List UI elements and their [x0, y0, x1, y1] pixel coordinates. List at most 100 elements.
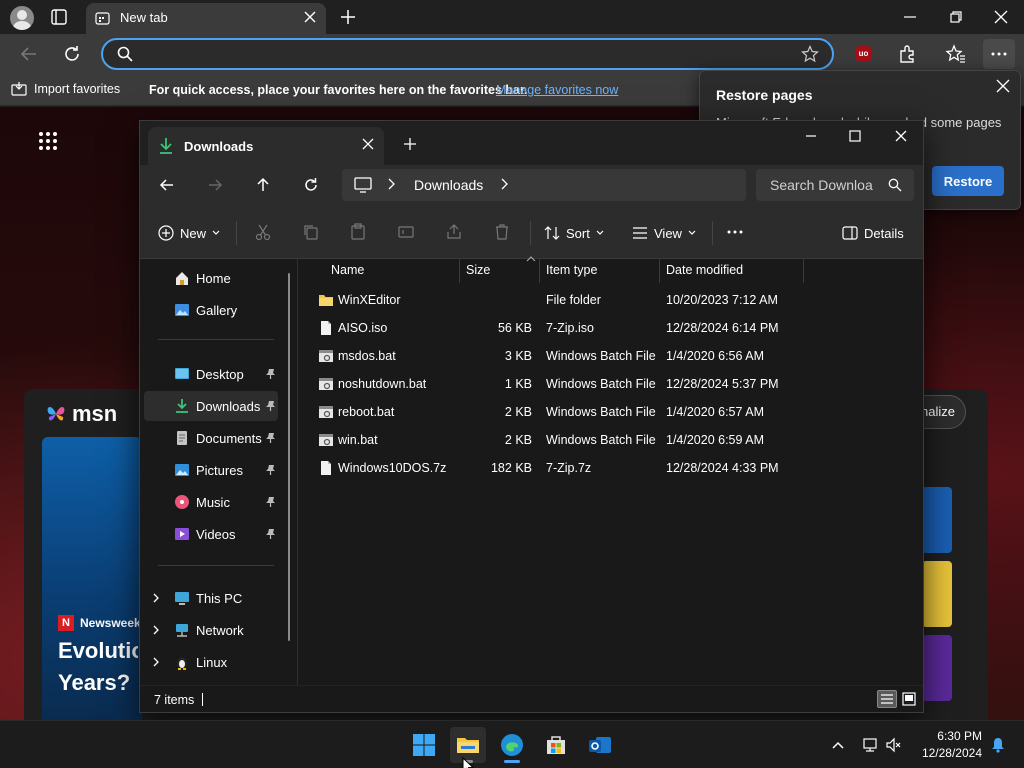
show-hidden-icons-icon[interactable]	[830, 737, 846, 753]
settings-more-button[interactable]	[983, 39, 1015, 69]
forward-icon[interactable]	[206, 176, 224, 194]
sidebar-item-gallery[interactable]: Gallery	[144, 295, 278, 325]
breadcrumb-downloads[interactable]: Downloads	[414, 177, 483, 193]
search-box[interactable]	[756, 169, 914, 201]
pin-icon[interactable]	[265, 528, 276, 540]
rename-icon[interactable]	[397, 223, 415, 241]
new-button[interactable]: New	[158, 223, 220, 243]
sidebar-item-downloads[interactable]: Downloads	[144, 391, 278, 421]
sidebar-item-desktop[interactable]: Desktop	[144, 359, 278, 389]
pin-icon[interactable]	[265, 496, 276, 508]
chevron-right-icon[interactable]	[152, 592, 160, 604]
address-bar[interactable]	[101, 38, 834, 70]
table-row[interactable]: msdos.bat 3 KB Windows Batch File 1/4/20…	[308, 342, 788, 370]
cut-icon[interactable]	[254, 223, 272, 241]
chevron-right-icon[interactable]	[386, 177, 396, 191]
import-favorites-button[interactable]: Import favorites	[11, 82, 120, 96]
network-status-icon[interactable]	[862, 737, 878, 753]
table-row[interactable]: Windows10DOS.7z 182 KB 7-Zip.7z 12/28/20…	[308, 454, 788, 482]
chevron-right-icon[interactable]	[152, 624, 160, 636]
clock[interactable]: 6:30 PM 12/28/2024	[920, 728, 982, 762]
taskbar-edge[interactable]	[494, 727, 530, 763]
back-icon[interactable]	[158, 176, 176, 194]
maximize-button[interactable]	[848, 129, 862, 143]
column-date-modified[interactable]: Date modified	[666, 263, 743, 277]
more-icon[interactable]	[726, 223, 744, 241]
close-tab-icon[interactable]	[362, 138, 374, 150]
column-divider[interactable]	[539, 259, 540, 283]
sidebar-item-pictures[interactable]: Pictures	[144, 455, 278, 485]
close-window-button[interactable]	[991, 7, 1011, 27]
table-row[interactable]: WinXEditor File folder 10/20/2023 7:12 A…	[308, 286, 788, 314]
chevron-right-icon[interactable]	[499, 177, 509, 191]
tab-new-tab[interactable]: New tab	[86, 3, 326, 34]
restore-window-button[interactable]	[946, 7, 966, 27]
minimize-button[interactable]	[804, 129, 818, 143]
table-row[interactable]: AISO.iso 56 KB 7-Zip.iso 12/28/2024 6:14…	[308, 314, 788, 342]
table-row[interactable]: reboot.bat 2 KB Windows Batch File 1/4/2…	[308, 398, 788, 426]
chevron-right-icon[interactable]	[152, 656, 160, 668]
manage-favorites-link[interactable]: Manage favorites now	[496, 83, 618, 97]
profile-avatar[interactable]	[10, 6, 34, 30]
share-icon[interactable]	[445, 223, 463, 241]
tab-downloads[interactable]: Downloads	[148, 127, 384, 165]
favorites-icon[interactable]	[945, 43, 967, 65]
table-row[interactable]: win.bat 2 KB Windows Batch File 1/4/2020…	[308, 426, 788, 454]
favorite-star-icon[interactable]	[801, 45, 819, 63]
column-divider[interactable]	[803, 259, 804, 283]
breadcrumb[interactable]: Downloads	[342, 169, 746, 201]
sort-button[interactable]: Sort	[544, 223, 604, 243]
taskbar-outlook[interactable]	[582, 727, 618, 763]
paste-icon[interactable]	[349, 223, 367, 241]
column-divider[interactable]	[659, 259, 660, 283]
copy-icon[interactable]	[302, 223, 320, 241]
details-view-button[interactable]	[877, 690, 897, 708]
pin-icon[interactable]	[265, 368, 276, 380]
new-tab-button[interactable]	[403, 137, 417, 151]
thumbnail-card[interactable]	[922, 561, 952, 627]
sidebar-item-documents[interactable]: Documents	[144, 423, 278, 453]
extensions-icon[interactable]	[897, 43, 919, 65]
close-icon[interactable]	[996, 79, 1010, 93]
news-title[interactable]: Evolutio Years?	[58, 635, 138, 699]
column-divider[interactable]	[459, 259, 460, 283]
column-size[interactable]: Size	[466, 263, 490, 277]
sidebar-item-music[interactable]: Music	[144, 487, 278, 517]
pin-icon[interactable]	[265, 464, 276, 476]
sidebar-item-videos[interactable]: Videos	[144, 519, 278, 549]
column-name[interactable]: Name	[331, 263, 364, 277]
ublock-extension-icon[interactable]: uo	[856, 46, 871, 61]
close-tab-icon[interactable]	[303, 10, 317, 24]
up-icon[interactable]	[254, 176, 272, 194]
taskbar-file-explorer[interactable]	[450, 727, 486, 768]
refresh-icon[interactable]	[302, 176, 320, 194]
view-button[interactable]: View	[632, 223, 696, 243]
taskbar-store[interactable]	[538, 727, 574, 763]
start-button[interactable]	[406, 727, 442, 763]
address-input[interactable]	[139, 44, 779, 64]
table-row[interactable]: noshutdown.bat 1 KB Windows Batch File 1…	[308, 370, 788, 398]
pin-icon[interactable]	[265, 400, 276, 412]
details-button[interactable]: Details	[842, 223, 904, 243]
column-type[interactable]: Item type	[546, 263, 597, 277]
restore-button[interactable]: Restore	[932, 166, 1004, 196]
sidebar-item-this-pc[interactable]: This PC	[144, 583, 278, 613]
volume-muted-icon[interactable]	[885, 737, 901, 753]
sidebar-scrollbar[interactable]	[288, 273, 290, 641]
close-window-button[interactable]	[894, 129, 908, 143]
thumbnail-card[interactable]	[922, 487, 952, 553]
search-input[interactable]	[770, 176, 876, 194]
back-icon[interactable]	[18, 43, 40, 65]
notifications-bell-icon[interactable]	[990, 737, 1006, 753]
sidebar-item-linux[interactable]: Linux	[144, 647, 278, 677]
refresh-icon[interactable]	[61, 43, 83, 65]
tab-actions-icon[interactable]	[50, 8, 68, 26]
tiles-view-button[interactable]	[899, 690, 919, 708]
sidebar-item-network[interactable]: Network	[144, 615, 278, 645]
minimize-button[interactable]	[900, 7, 920, 27]
new-tab-button[interactable]	[338, 7, 358, 27]
app-launcher-icon[interactable]	[38, 131, 58, 151]
delete-icon[interactable]	[493, 223, 511, 241]
sidebar-item-home[interactable]: Home	[144, 263, 278, 293]
pin-icon[interactable]	[265, 432, 276, 444]
